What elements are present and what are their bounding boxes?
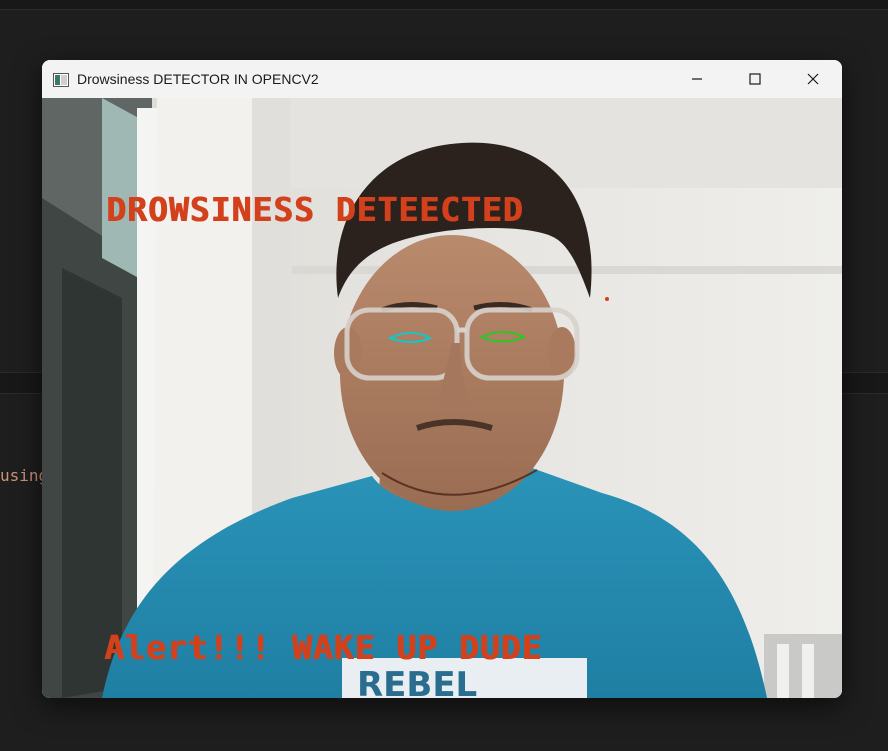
window-titlebar[interactable]: Drowsiness DETECTOR IN OPENCV2 — [42, 60, 842, 98]
background-code-fragment: using — [0, 466, 49, 485]
wake-up-alert-label: Alert!!! WAKE UP DUDE — [104, 628, 543, 667]
maximize-button[interactable] — [726, 60, 784, 98]
drowsiness-detected-label: DROWSINESS DETEECTED — [106, 190, 524, 229]
minimize-button[interactable] — [668, 60, 726, 98]
webcam-frame: REBEL DROWSINESS DETEECTED Alert!!! WAKE… — [42, 98, 842, 698]
webcam-scene: REBEL — [42, 98, 842, 698]
shirt-text: REBEL — [357, 665, 477, 698]
maximize-icon — [749, 73, 761, 85]
minimize-icon — [692, 78, 702, 80]
close-button[interactable] — [784, 60, 842, 98]
opencv-window: Drowsiness DETECTOR IN OPENCV2 REBEL DRO… — [42, 60, 842, 698]
close-icon — [807, 73, 819, 85]
window-title: Drowsiness DETECTOR IN OPENCV2 — [77, 71, 319, 87]
opencv-window-icon — [53, 72, 69, 87]
background-editor-topbar — [0, 0, 888, 10]
